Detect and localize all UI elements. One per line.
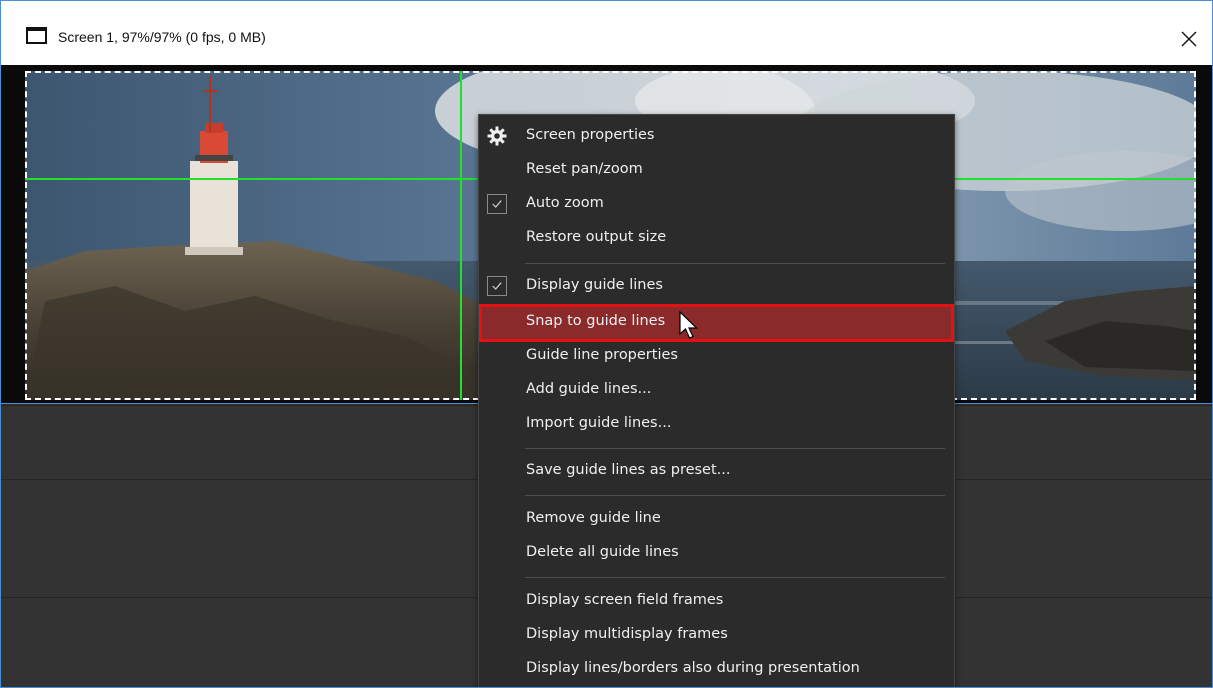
checkmark-icon — [487, 194, 507, 214]
menu-item-screen-properties[interactable]: Screen properties — [479, 119, 954, 153]
menu-item-label: Import guide lines... — [526, 415, 672, 431]
context-menu: Screen properties Reset pan/zoom Auto zo… — [478, 114, 955, 687]
close-icon — [1181, 31, 1197, 47]
menu-item-add-guide-lines[interactable]: Add guide lines... — [479, 373, 954, 407]
menu-item-label: Display screen field frames — [526, 592, 724, 608]
menu-item-auto-zoom[interactable]: Auto zoom — [479, 187, 954, 221]
menu-item-display-lines-borders-during-presentation[interactable]: Display lines/borders also during presen… — [479, 652, 954, 686]
window-icon — [26, 27, 47, 44]
window-title: Screen 1, 97%/97% (0 fps, 0 MB) — [58, 29, 266, 45]
title-bar: Screen 1, 97%/97% (0 fps, 0 MB) — [1, 1, 1212, 65]
close-button[interactable] — [1166, 21, 1212, 57]
checkmark-icon — [487, 276, 507, 296]
menu-item-save-guide-lines-preset[interactable]: Save guide lines as preset... — [479, 454, 954, 488]
menu-item-label: Remove guide line — [526, 510, 661, 526]
menu-item-label: Screen properties — [526, 127, 655, 143]
menu-item-label: Add guide lines... — [526, 381, 652, 397]
menu-item-label: Reset pan/zoom — [526, 161, 643, 177]
menu-item-label: Snap to guide lines — [526, 313, 666, 329]
menu-item-delete-all-guide-lines[interactable]: Delete all guide lines — [479, 536, 954, 570]
menu-item-label: Display lines/borders also during presen… — [526, 660, 860, 676]
menu-separator — [525, 263, 945, 264]
menu-item-import-guide-lines[interactable]: Import guide lines... — [479, 407, 954, 441]
menu-item-display-screen-field-frames[interactable]: Display screen field frames — [479, 584, 954, 618]
menu-item-label: Display guide lines — [526, 277, 663, 293]
menu-item-label: Save guide lines as preset... — [526, 462, 731, 478]
gear-icon — [487, 126, 507, 146]
menu-separator — [525, 495, 945, 496]
menu-separator — [525, 448, 945, 449]
menu-item-label: Guide line properties — [526, 347, 678, 363]
menu-item-label: Display multidisplay frames — [526, 626, 728, 642]
menu-item-display-multidisplay-frames[interactable]: Display multidisplay frames — [479, 618, 954, 652]
menu-item-label: Auto zoom — [526, 195, 604, 211]
screen-window: Screen 1, 97%/97% (0 fps, 0 MB) Screen p… — [0, 0, 1213, 688]
menu-item-display-guide-lines[interactable]: Display guide lines — [479, 269, 954, 303]
menu-item-label: Delete all guide lines — [526, 544, 679, 560]
guide-line-vertical[interactable] — [460, 71, 462, 400]
menu-item-remove-guide-line[interactable]: Remove guide line — [479, 502, 954, 536]
menu-separator — [525, 577, 945, 578]
menu-item-reset-pan-zoom[interactable]: Reset pan/zoom — [479, 153, 954, 187]
menu-item-label: Restore output size — [526, 229, 667, 245]
menu-item-guide-line-properties[interactable]: Guide line properties — [479, 339, 954, 373]
menu-item-snap-to-guide-lines[interactable]: Snap to guide lines — [479, 304, 954, 342]
menu-item-restore-output-size[interactable]: Restore output size — [479, 221, 954, 255]
